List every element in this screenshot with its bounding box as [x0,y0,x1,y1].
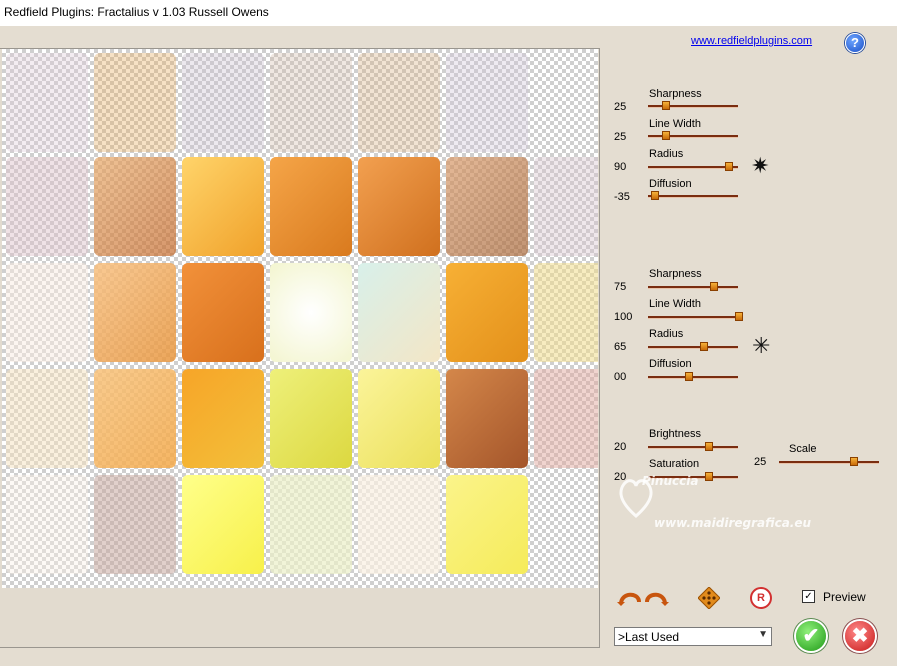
radius-2-value: 65 [614,341,627,353]
sharpness-label: Sharpness [649,88,702,100]
radius-2-variation-icon[interactable]: ✳ [752,335,770,357]
window-title: Redfield Plugins: Fractalius v 1.03 Russ… [4,5,269,19]
ok-button[interactable]: ✔ [796,621,826,651]
radius-2-label: Radius [649,328,684,340]
undo-redo-button[interactable] [617,586,671,609]
line-width-2-thumb[interactable] [735,312,743,321]
diffusion-slider[interactable] [648,191,738,200]
preview-checkbox[interactable]: ✓ [802,590,815,603]
sharpness-value: 25 [614,101,627,113]
brightness-value: 20 [614,441,627,453]
sharpness-2-slider[interactable] [648,282,738,291]
diffusion-2-label: Diffusion [649,358,692,370]
website-link[interactable]: www.redfieldplugins.com [691,35,812,47]
saturation-label: Saturation [649,458,700,470]
help-icon[interactable]: ? [845,33,865,53]
watermark: Pinuccia www.maidiregrafica.eu [616,474,811,530]
scale-label: Scale [789,443,817,455]
line-width-2-slider[interactable] [648,312,743,321]
scale-slider[interactable] [779,457,879,466]
preview-label: Preview [823,590,866,604]
brightness-label: Brightness [649,428,701,440]
curved-arrows-icon [617,592,669,606]
sharpness-2-value: 75 [614,281,627,293]
scale-value: 25 [754,456,767,468]
diffusion-2-thumb[interactable] [685,372,693,381]
line-width-slider[interactable] [648,131,738,140]
watermark-site: www.maidiregrafica.eu [654,516,812,530]
cancel-button[interactable]: ✖ [845,621,875,651]
diamond-dice-icon [697,586,721,610]
randomize-button[interactable] [697,586,721,612]
radius-thumb[interactable] [725,162,733,171]
radius-2-thumb[interactable] [700,342,708,351]
saturation-thumb[interactable] [705,472,713,481]
reset-button[interactable]: R [750,587,772,609]
diffusion-2-value: 00 [614,371,627,383]
brightness-slider[interactable] [648,442,738,451]
sharpness-thumb[interactable] [662,101,670,110]
line-width-2-label: Line Width [649,298,701,310]
title-bar: Redfield Plugins: Fractalius v 1.03 Russ… [0,0,897,26]
diffusion-value: -35 [614,191,630,203]
sharpness-2-label: Sharpness [649,268,702,280]
radius-value: 90 [614,161,627,173]
radius-label: Radius [649,148,684,160]
preset-selected: >Last Used [618,630,680,644]
preset-dropdown[interactable]: >Last Used ▼ [614,627,772,646]
diffusion-2-slider[interactable] [648,372,738,381]
radius-slider[interactable] [648,162,738,171]
line-width-value: 25 [614,131,627,143]
diffusion-label: Diffusion [649,178,692,190]
radius-variation-icon[interactable]: ✷ [751,155,769,177]
line-width-2-value: 100 [614,311,633,323]
sharpness-2-thumb[interactable] [710,282,718,291]
sharpness-slider[interactable] [648,101,738,110]
diffusion-thumb[interactable] [651,191,659,200]
scale-thumb[interactable] [850,457,858,466]
radius-2-slider[interactable] [648,342,738,351]
watermark-name: Pinuccia [642,474,699,488]
preview-image[interactable] [2,49,598,588]
brightness-thumb[interactable] [705,442,713,451]
chevron-down-icon: ▼ [758,629,768,640]
preview-area[interactable] [0,48,600,648]
line-width-label: Line Width [649,118,701,130]
line-width-thumb[interactable] [662,131,670,140]
